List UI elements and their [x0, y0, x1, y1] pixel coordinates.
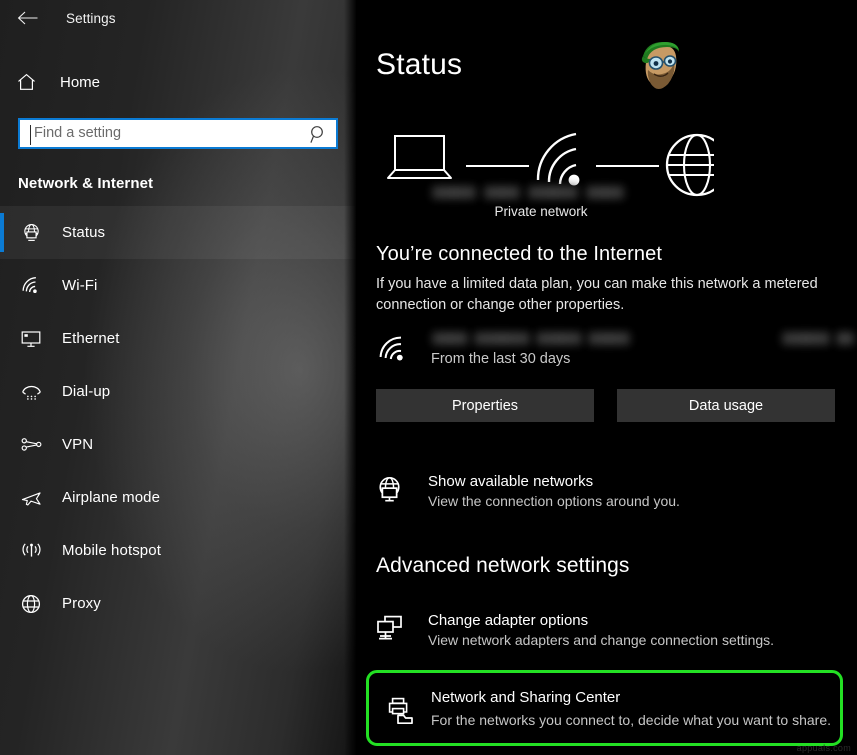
- wifi-icon: [379, 336, 409, 369]
- redacted-usage-network-part: [536, 332, 582, 345]
- printer-folder-share-icon: [386, 697, 414, 730]
- sidebar-item-wifi[interactable]: Wi-Fi: [0, 259, 356, 312]
- network-and-sharing-center-title: Network and Sharing Center: [431, 689, 621, 706]
- settings-window: Settings Home Find a setting Network & I…: [0, 0, 857, 755]
- properties-button[interactable]: Properties: [376, 389, 594, 422]
- cartoon-mascot-icon: [641, 42, 679, 89]
- sidebar-item-status-label: Status: [62, 224, 106, 241]
- show-available-networks-item[interactable]: Show available networks View the connect…: [376, 473, 846, 509]
- wifi-icon: [536, 132, 580, 186]
- sidebar-item-proxy[interactable]: Proxy: [0, 577, 356, 630]
- data-usage-button[interactable]: Data usage: [617, 389, 835, 422]
- vpn-icon: [18, 437, 44, 452]
- advanced-settings-heading: Advanced network settings: [376, 554, 630, 577]
- redacted-network-name-part: [432, 186, 476, 199]
- sidebar-nav-list: Status Wi-Fi Ethernet Dial-up VPN Airpla…: [0, 206, 356, 630]
- redacted-usage-network-part: [432, 332, 468, 345]
- title-bar: Settings: [0, 0, 356, 36]
- redacted-network-name-part: [586, 186, 624, 199]
- connection-headline: You’re connected to the Internet: [376, 243, 663, 265]
- network-and-sharing-center-item[interactable]: Network and Sharing Center For the netwo…: [366, 670, 843, 746]
- globe-icon: [18, 594, 44, 614]
- search-icon[interactable]: [310, 125, 327, 149]
- search-placeholder: Find a setting: [34, 125, 122, 142]
- page-title: Status: [376, 48, 463, 81]
- redacted-usage-amount-part: [782, 332, 830, 345]
- redacted-network-name-part: [484, 186, 520, 199]
- sidebar-item-ethernet-label: Ethernet: [62, 330, 120, 347]
- redacted-usage-network-part: [474, 332, 530, 345]
- sidebar-item-airplane-mode-label: Airplane mode: [62, 489, 161, 506]
- redacted-usage-network-part: [588, 332, 630, 345]
- settings-sidebar: Settings Home Find a setting Network & I…: [0, 0, 356, 755]
- dialup-phone-icon: [18, 383, 44, 401]
- sidebar-item-vpn[interactable]: VPN: [0, 418, 356, 471]
- connection-description: If you have a limited data plan, you can…: [376, 276, 818, 313]
- sidebar-item-status[interactable]: Status: [0, 206, 356, 259]
- network-and-sharing-center-description: For the networks you connect to, decide …: [431, 712, 831, 728]
- search-container: Find a setting: [0, 118, 356, 149]
- sidebar-item-home[interactable]: Home: [0, 62, 356, 102]
- text-caret: [30, 125, 31, 145]
- redacted-usage-amount-part: [836, 332, 854, 345]
- ethernet-icon: [18, 330, 44, 348]
- sidebar-item-wifi-label: Wi-Fi: [62, 277, 98, 294]
- laptop-icon: [387, 135, 452, 179]
- window-title: Settings: [66, 10, 116, 26]
- show-available-networks-title: Show available networks: [428, 473, 594, 490]
- show-available-networks-description: View the connection options around you.: [428, 493, 680, 509]
- back-button[interactable]: [4, 3, 50, 33]
- data-usage-summary: From the last 30 days: [376, 330, 854, 376]
- sidebar-item-ethernet[interactable]: Ethernet: [0, 312, 356, 365]
- sidebar-item-home-label: Home: [60, 73, 101, 91]
- action-button-row: Properties Data usage: [376, 389, 836, 422]
- sidebar-category-heading: Network & Internet: [18, 175, 154, 192]
- sidebar-item-mobile-hotspot[interactable]: Mobile hotspot: [0, 524, 356, 577]
- search-input[interactable]: Find a setting: [18, 118, 338, 149]
- sidebar-item-airplane-mode[interactable]: Airplane mode: [0, 471, 356, 524]
- sidebar-item-proxy-label: Proxy: [62, 595, 101, 612]
- airplane-icon: [18, 488, 44, 507]
- globe-icon: [665, 133, 714, 197]
- two-monitors-icon: [376, 615, 404, 646]
- network-type-label: Private network: [494, 204, 588, 219]
- sidebar-item-vpn-label: VPN: [62, 436, 94, 453]
- home-icon: [17, 73, 47, 91]
- site-watermark: appuals.com: [796, 743, 851, 753]
- change-adapter-options-item[interactable]: Change adapter options View network adap…: [376, 612, 846, 648]
- sidebar-item-dialup-label: Dial-up: [62, 383, 111, 400]
- sidebar-item-mobile-hotspot-label: Mobile hotspot: [62, 542, 161, 559]
- back-arrow-icon: [17, 11, 37, 25]
- sidebar-item-dialup[interactable]: Dial-up: [0, 365, 356, 418]
- hotspot-icon: [18, 541, 44, 560]
- change-adapter-options-description: View network adapters and change connect…: [428, 632, 775, 648]
- wifi-icon: [18, 276, 44, 295]
- redacted-network-name-part: [528, 186, 578, 199]
- globe-monitor-icon: [18, 223, 44, 242]
- globe-monitor-icon: [376, 476, 403, 508]
- data-usage-period: From the last 30 days: [431, 351, 571, 367]
- main-content: Status Private network You’re connected …: [356, 0, 857, 755]
- change-adapter-options-title: Change adapter options: [428, 612, 589, 629]
